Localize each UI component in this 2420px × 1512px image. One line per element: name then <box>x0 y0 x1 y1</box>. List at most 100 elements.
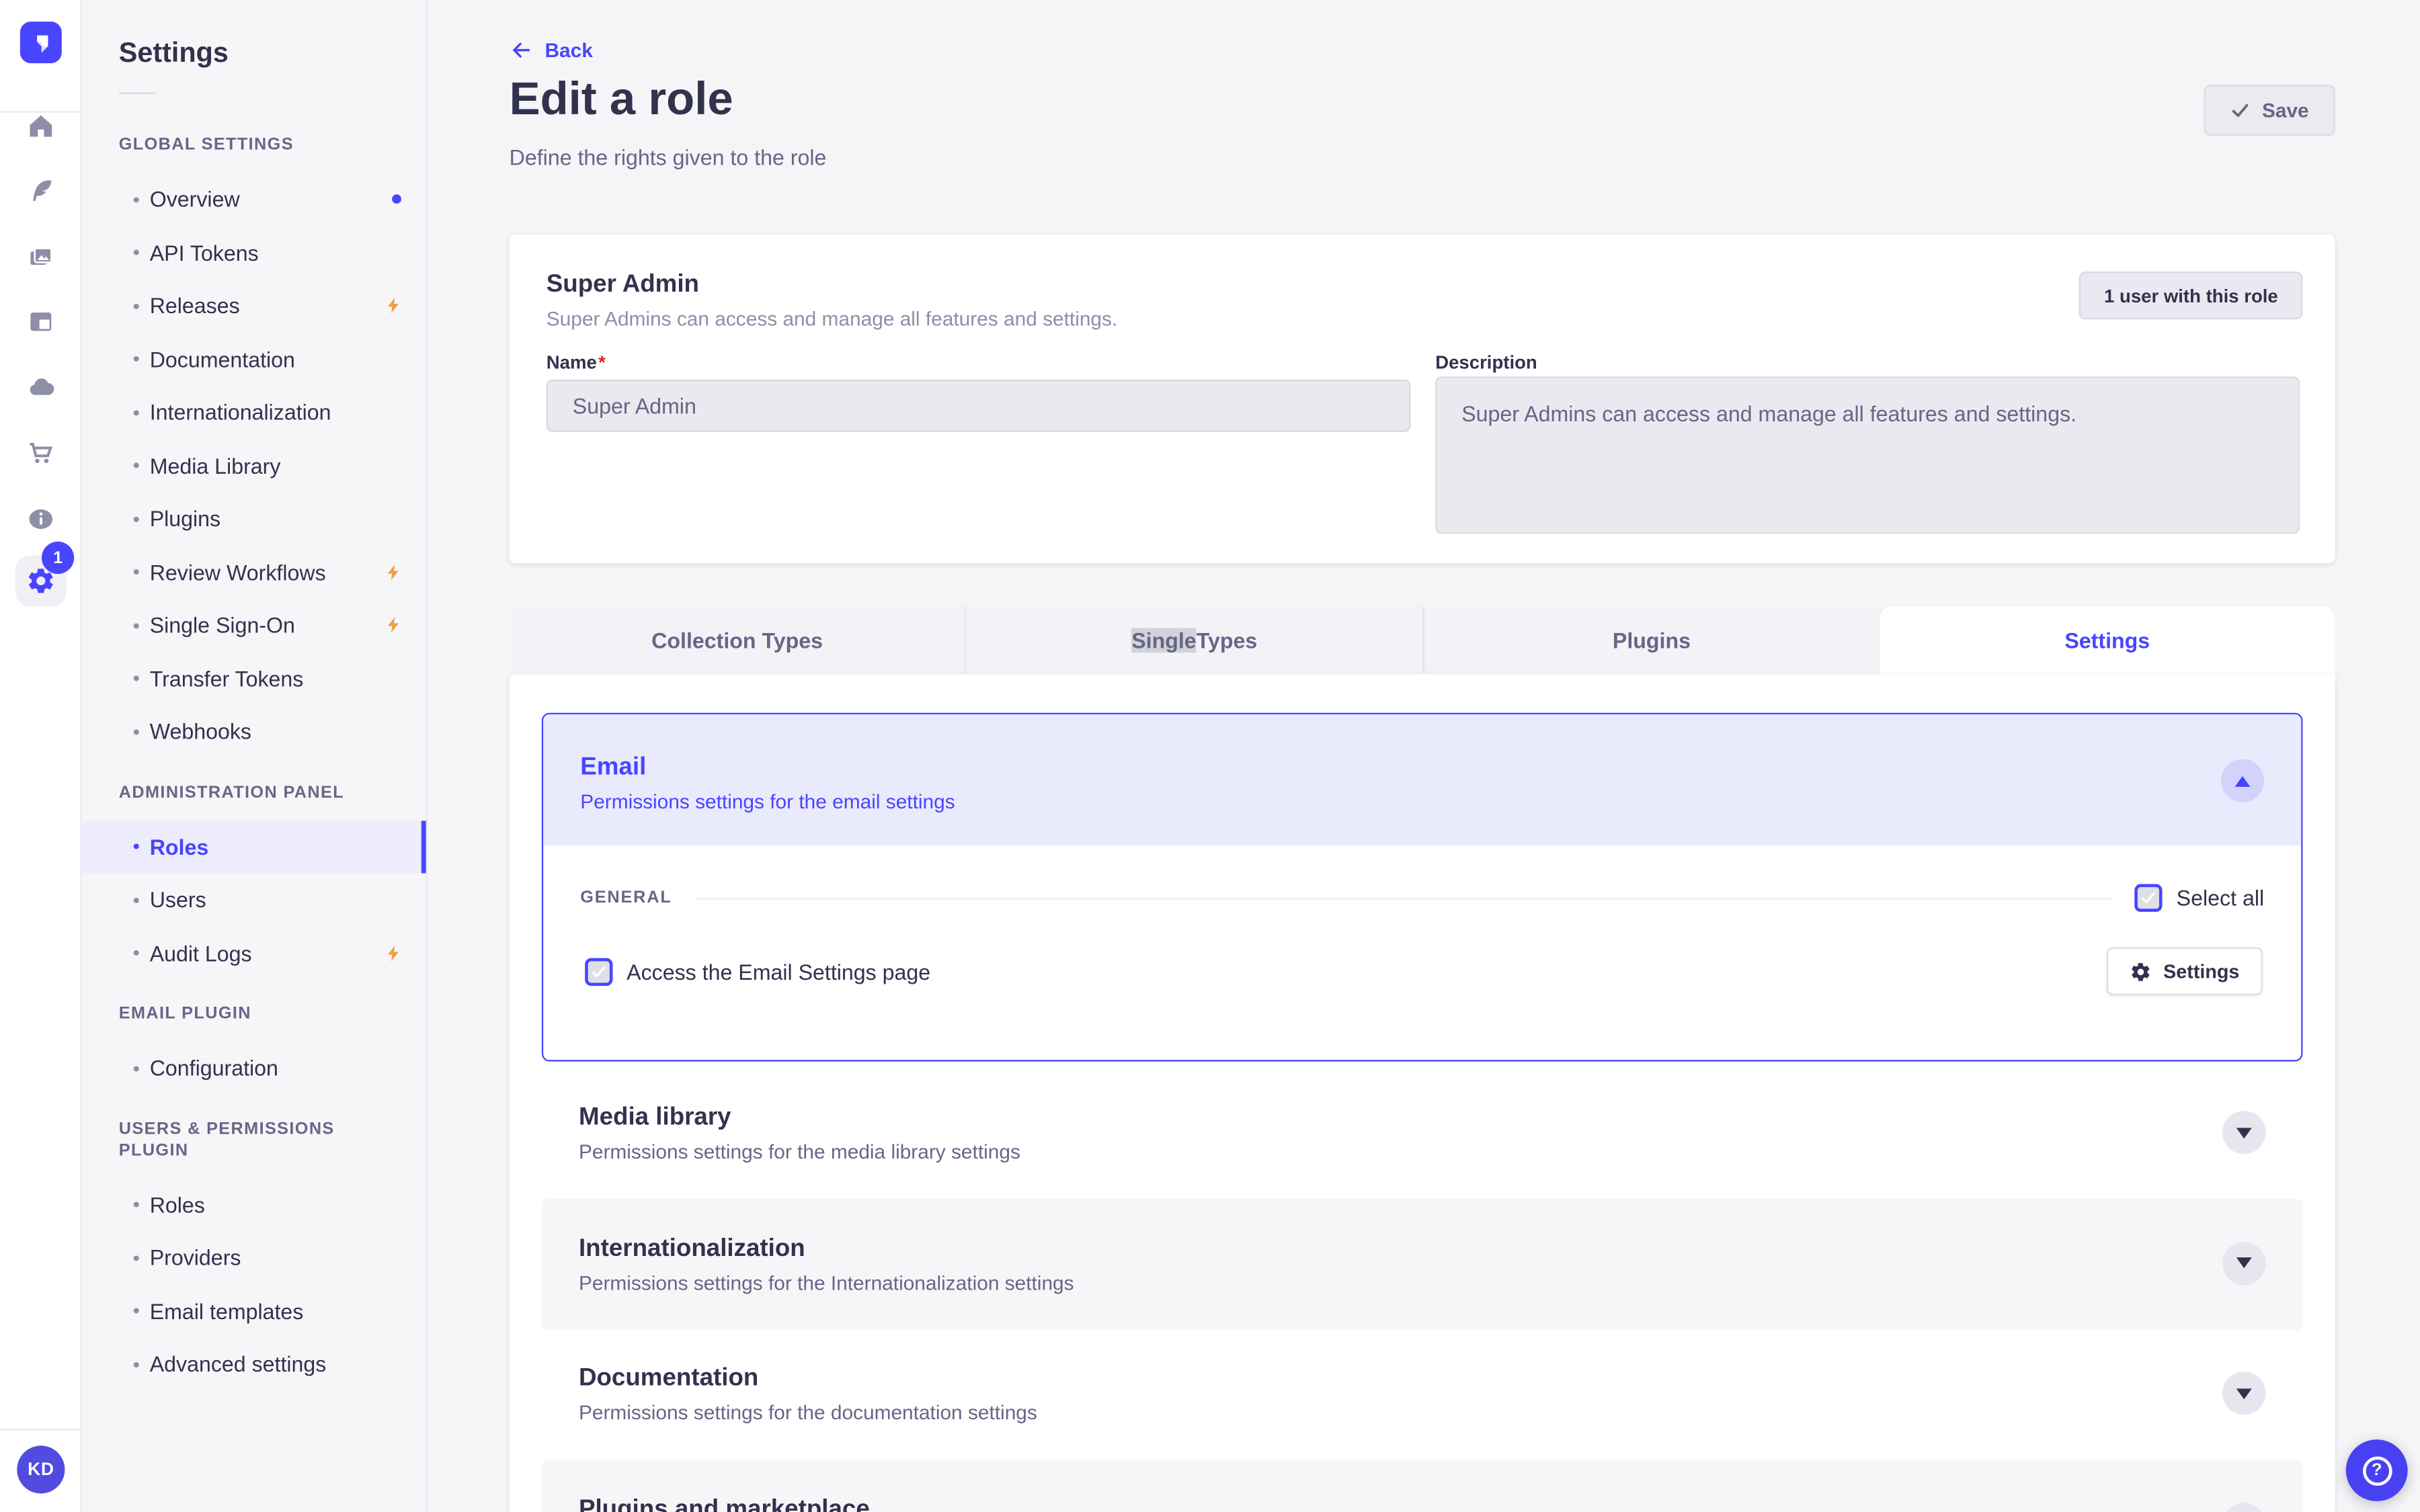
sidebar-item-roles[interactable]: • Roles <box>82 1178 426 1231</box>
sidebar-item-label: Email templates <box>149 1298 304 1324</box>
media-library-images-icon[interactable] <box>0 230 82 282</box>
sidebar-item-transfer-tokens[interactable]: • Transfer Tokens <box>82 652 426 705</box>
chevron-down-icon <box>2236 1127 2252 1138</box>
bullet-icon: • <box>132 1246 140 1269</box>
sidebar-item-media-library[interactable]: • Media Library <box>82 439 426 492</box>
accordion-title: Internationalization <box>578 1234 805 1261</box>
lightning-bolt-icon <box>385 561 403 583</box>
description-field-label: Description <box>1435 351 1537 374</box>
expand-button[interactable] <box>2222 1111 2266 1154</box>
email-accordion-header[interactable]: Email Permissions settings for the email… <box>543 714 2302 846</box>
bullet-icon: • <box>132 1193 140 1216</box>
sidebar-item-label: Roles <box>149 834 209 859</box>
tab-single-types[interactable]: Single Types <box>965 606 1422 675</box>
sidebar-item-label: Overview <box>149 187 240 212</box>
back-label: Back <box>544 38 593 62</box>
settings-sidebar: Settings GLOBAL SETTINGS • Overview • API To… <box>81 0 428 1512</box>
content-manager-feather-icon[interactable] <box>0 165 82 217</box>
sidebar-item-audit-logs[interactable]: • Audit Logs <box>82 927 426 980</box>
sidebar-item-providers[interactable]: • Providers <box>82 1231 426 1284</box>
strapi-logo[interactable] <box>19 22 62 64</box>
sidebar-item-label: Media Library <box>149 453 281 478</box>
back-link[interactable]: Back <box>510 38 593 62</box>
permission-settings-button[interactable]: Settings <box>2106 947 2263 995</box>
sidebar-item-review-workflows[interactable]: • Review Workflows <box>82 546 426 599</box>
bullet-icon: • <box>132 667 140 690</box>
expand-button[interactable] <box>2222 1502 2266 1512</box>
name-input[interactable]: Super Admin <box>546 379 1411 432</box>
sidebar-item-roles[interactable]: • Roles <box>81 820 426 874</box>
sidebar-item-label: Providers <box>149 1245 241 1271</box>
select-all-label: Select all <box>2176 885 2265 911</box>
sidebar-item-single-sign-on[interactable]: • Single Sign-On <box>82 599 426 652</box>
rail-divider <box>0 1429 82 1431</box>
select-all-checkbox[interactable] <box>2134 884 2163 912</box>
permission-row: Access the Email Settings page Settings <box>585 947 2263 995</box>
bullet-icon: • <box>132 941 140 965</box>
required-asterisk: * <box>598 351 606 374</box>
tab-collection-types[interactable]: Collection Types <box>510 606 965 674</box>
chevron-down-icon <box>2236 1388 2252 1399</box>
save-button[interactable]: Save <box>2203 85 2335 136</box>
sidebar-item-users[interactable]: • Users <box>82 873 426 926</box>
description-textarea[interactable]: Super Admins can access and manage all f… <box>1435 376 2300 534</box>
bullet-icon: • <box>132 720 140 744</box>
tab-label: Settings <box>2064 628 2150 653</box>
accordion-row-internationalization[interactable]: Internationalization Permissions settings… <box>541 1198 2303 1329</box>
help-button[interactable]: ? <box>2345 1439 2408 1501</box>
sidebar-item-advanced-settings[interactable]: • Advanced settings <box>82 1338 426 1391</box>
user-avatar[interactable]: KD <box>17 1445 65 1494</box>
chevron-down-icon <box>2236 1257 2252 1269</box>
notification-dot <box>392 194 401 204</box>
accordion-row-media-library[interactable]: Media library Permissions settings for th… <box>542 1068 2303 1199</box>
bullet-icon: • <box>132 614 140 637</box>
sidebar-section-label-email-plugin: EMAIL PLUGIN <box>118 1004 251 1023</box>
tab-label: Collection Types <box>651 628 823 653</box>
permission-checkbox[interactable] <box>585 957 613 985</box>
bullet-icon: • <box>132 560 140 584</box>
check-icon <box>592 965 606 977</box>
sidebar-item-internationalization[interactable]: • Internationalization <box>82 386 426 439</box>
name-field-label: Name * <box>546 351 606 374</box>
tab-settings[interactable]: Settings <box>1879 606 2335 675</box>
bullet-icon: • <box>132 241 140 265</box>
marketplace-cart-icon[interactable] <box>0 427 82 479</box>
sidebar-item-releases[interactable]: • Releases <box>82 280 426 333</box>
sidebar-item-webhooks[interactable]: • Webhooks <box>82 705 426 758</box>
role-summary-card: Super Admin Super Admins can access and … <box>509 234 2335 564</box>
icon-rail: 1 KD <box>0 0 82 1512</box>
collapse-button[interactable] <box>2220 759 2265 802</box>
lightning-bolt-icon <box>385 942 403 964</box>
check-icon <box>2231 103 2248 118</box>
accordion-subtitle: Permissions settings for the media libra… <box>578 1140 1020 1164</box>
sidebar-item-api-tokens[interactable]: • API Tokens <box>82 226 426 279</box>
email-accordion-expanded: Email Permissions settings for the email… <box>541 712 2303 1062</box>
sidebar-title-divider <box>118 92 156 95</box>
sidebar-section-label-global-settings: GLOBAL SETTINGS <box>118 136 294 155</box>
sidebar-item-plugins[interactable]: • Plugins <box>82 492 426 545</box>
tab-plugins[interactable]: Plugins <box>1422 606 1880 675</box>
accordion-row-plugins-and-marketplace[interactable]: Plugins and marketplace <box>541 1458 2303 1512</box>
sidebar-item-configuration[interactable]: • Configuration <box>82 1042 426 1095</box>
expand-button[interactable] <box>2222 1241 2266 1285</box>
bullet-icon: • <box>132 1352 140 1376</box>
sidebar-item-label: Audit Logs <box>149 940 252 966</box>
info-icon[interactable] <box>0 492 82 544</box>
sidebar-item-overview[interactable]: • Overview <box>82 173 426 226</box>
sidebar-item-documentation[interactable]: • Documentation <box>82 333 426 386</box>
expand-button[interactable] <box>2222 1372 2266 1415</box>
home-icon[interactable] <box>0 99 82 151</box>
sidebar-item-email-templates[interactable]: • Email templates <box>82 1284 426 1337</box>
cloud-icon[interactable] <box>0 361 82 413</box>
section-divider <box>696 897 2113 899</box>
content-type-builder-layout-icon[interactable] <box>0 296 82 348</box>
gear-icon <box>2131 962 2149 980</box>
users-with-role-button[interactable]: 1 user with this role <box>2079 271 2303 320</box>
sidebar-title: Settings <box>118 37 229 69</box>
check-icon <box>2142 892 2156 904</box>
sidebar-item-label: Roles <box>149 1192 205 1217</box>
accordion-row-documentation[interactable]: Documentation Permissions settings for th… <box>542 1329 2303 1460</box>
lightning-bolt-icon <box>385 614 403 636</box>
bullet-icon: • <box>132 1056 140 1080</box>
save-label: Save <box>2261 98 2309 122</box>
